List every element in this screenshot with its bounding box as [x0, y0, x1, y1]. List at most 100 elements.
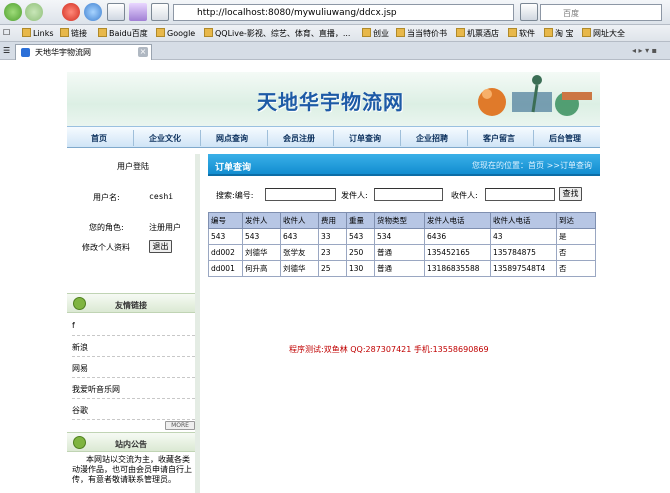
tab-strip: ☰ 天地华宇物流网 × ◂ ▸ ▾ ▪ [0, 42, 670, 60]
friend-link[interactable]: f [72, 315, 195, 336]
test-contact-note: 程序测试:双鱼林 QQ:287307421 手机:13558690869 [289, 345, 489, 354]
bookmark-link[interactable]: 链接 [60, 28, 87, 39]
bookmark-icon[interactable] [151, 3, 169, 21]
friend-links-header: 友情链接 [67, 293, 200, 313]
column-header: 收件人电话 [490, 212, 557, 229]
nav-admin[interactable]: 后台管理 [549, 133, 581, 144]
left-divider [195, 154, 200, 493]
friend-links-heading: 友情链接 [115, 301, 147, 310]
bookmark-qqlive[interactable]: QQLive-影视、综艺、体育、直播，... [204, 28, 350, 39]
history-icon[interactable] [129, 3, 147, 21]
back-icon[interactable] [4, 3, 22, 21]
bookmark-wangzhi[interactable]: 网址大全 [582, 28, 625, 39]
cell: dd001 [208, 260, 243, 277]
bookmarks-menu-icon[interactable]: ☐ [3, 28, 10, 37]
login-heading: 用户登陆 [117, 162, 149, 171]
announcement-header: 站内公告 [67, 432, 200, 452]
column-header: 发件人电话 [424, 212, 491, 229]
cell: 否 [556, 260, 596, 277]
nav-home[interactable]: 首页 [91, 133, 107, 144]
bookmark-links[interactable]: Links [22, 28, 54, 38]
close-tab-icon[interactable]: × [138, 47, 148, 57]
tab-scroll-icons[interactable]: ◂ ▸ ▾ ▪ [632, 46, 657, 55]
cell: 张学友 [280, 244, 319, 261]
bookmark-google[interactable]: Google [156, 28, 195, 38]
main-nav: 首页 企业文化 网点查询 会员注册 订单查询 企业招聘 客户留言 后台管理 [67, 126, 600, 148]
nav-order-query[interactable]: 订单查询 [349, 133, 381, 144]
column-header: 发件人 [242, 212, 281, 229]
bookmarks-bar: ☐ Links 链接 Baidu百度 Google QQLive-影视、综艺、体… [0, 25, 670, 42]
bookmark-baidu[interactable]: Baidu百度 [98, 28, 148, 39]
friend-link[interactable]: 我爱听音乐网 [72, 378, 195, 399]
left-sidebar: 用户登陆 用户名: ceshi 您的角色: 注册用户 修改个人资料 退出 友情链… [67, 154, 200, 493]
column-header: 收件人 [280, 212, 319, 229]
nav-branch-query[interactable]: 网点查询 [216, 133, 248, 144]
cell: 6436 [424, 228, 491, 245]
receiver-input[interactable] [485, 188, 555, 201]
role-label: 您的角色: [89, 223, 124, 232]
url-text: http://localhost:8080/mywuliuwang/ddcx.j… [197, 8, 397, 18]
role-value: 注册用户 [149, 223, 181, 232]
nav-culture[interactable]: 企业文化 [149, 133, 181, 144]
bookmark-taobao[interactable]: 淘 宝 [544, 28, 574, 39]
cell: 13186835588 [424, 260, 491, 277]
column-header: 费用 [318, 212, 347, 229]
cell: 25 [318, 260, 347, 277]
logout-button[interactable]: 退出 [149, 240, 172, 253]
search-placeholder: 百度 [563, 9, 579, 18]
cell: 何升高 [242, 260, 281, 277]
home-icon[interactable] [107, 3, 125, 21]
friend-link[interactable]: 网易 [72, 357, 195, 378]
bookmark-ruanjian[interactable]: 软件 [508, 28, 535, 39]
site-banner: 天地华宇物流网 [67, 72, 600, 126]
nav-register[interactable]: 会员注册 [283, 133, 315, 144]
bookmark-jipiao[interactable]: 机票酒店 [456, 28, 499, 39]
username-value: ceshi [149, 192, 174, 201]
friend-link[interactable]: 谷歌 [72, 399, 195, 420]
table-header-row: 编号 发件人 收件人 费用 重量 货物类型 发件人电话 收件人电话 到达 [208, 212, 596, 229]
announcement-text: 本网站以交流为主，收藏各类动漫作品，也可由会员申请自行上传，有意者敬请联系管理员… [72, 455, 192, 484]
cell: 33 [318, 228, 347, 245]
go-icon[interactable] [520, 3, 538, 21]
table-row: 543 543 643 33 543 534 6436 43 是 [208, 228, 596, 245]
cell: 543 [346, 228, 375, 245]
cell: 刘德华 [242, 244, 281, 261]
breadcrumb: 您现在的位置：首页 >>订单查询 [472, 161, 592, 170]
cell: 643 [280, 228, 319, 245]
site-page: 天地华宇物流网 首页 企业文化 网点查询 会员注册 订单查询 企业招聘 客户留言… [67, 72, 600, 493]
column-header: 重量 [346, 212, 375, 229]
bookmark-chuangye[interactable]: 创业 [362, 28, 389, 39]
column-header: 到达 [556, 212, 596, 229]
column-header: 货物类型 [374, 212, 425, 229]
page-favicon-icon [21, 48, 30, 57]
tab-active[interactable]: 天地华宇物流网 × [15, 44, 152, 60]
more-links-button[interactable]: MORE [165, 421, 195, 430]
cell: 135784875 [490, 244, 557, 261]
refresh-icon[interactable] [84, 3, 102, 21]
bookmark-dangdang[interactable]: 当当特价书 [396, 28, 447, 39]
table-row: dd001 何升高 刘德华 25 130 普通 13186835588 1358… [208, 260, 596, 277]
cell: 刘德华 [280, 260, 319, 277]
friend-link[interactable]: 新浪 [72, 336, 195, 357]
order-no-input[interactable] [265, 188, 336, 201]
friend-links-icon [73, 297, 86, 310]
order-query-title: 订单查询 [215, 163, 252, 173]
address-bar[interactable]: http://localhost:8080/mywuliuwang/ddcx.j… [173, 4, 514, 21]
stop-icon[interactable] [62, 3, 80, 21]
site-title: 天地华宇物流网 [257, 90, 404, 114]
sender-input[interactable] [374, 188, 443, 201]
cell: dd002 [208, 244, 243, 261]
edit-profile-link[interactable]: 修改个人资料 [82, 242, 130, 253]
table-row: dd002 刘德华 张学友 23 250 普通 135452165 135784… [208, 244, 596, 261]
cell: 543 [208, 228, 243, 245]
tab-list-icon[interactable]: ☰ [3, 46, 10, 55]
receiver-label: 收件人: [451, 191, 478, 200]
forward-icon[interactable] [25, 3, 43, 21]
username-label: 用户名: [93, 193, 120, 202]
search-button[interactable]: 查找 [559, 187, 582, 201]
search-input[interactable]: 百度 [540, 4, 662, 21]
announcement-heading: 站内公告 [115, 440, 147, 449]
main-content: 订单查询 您现在的位置：首页 >>订单查询 搜索:编号: 发件人: 收件人: 查… [208, 154, 600, 493]
nav-recruitment[interactable]: 企业招聘 [416, 133, 448, 144]
nav-messages[interactable]: 客户留言 [483, 133, 515, 144]
